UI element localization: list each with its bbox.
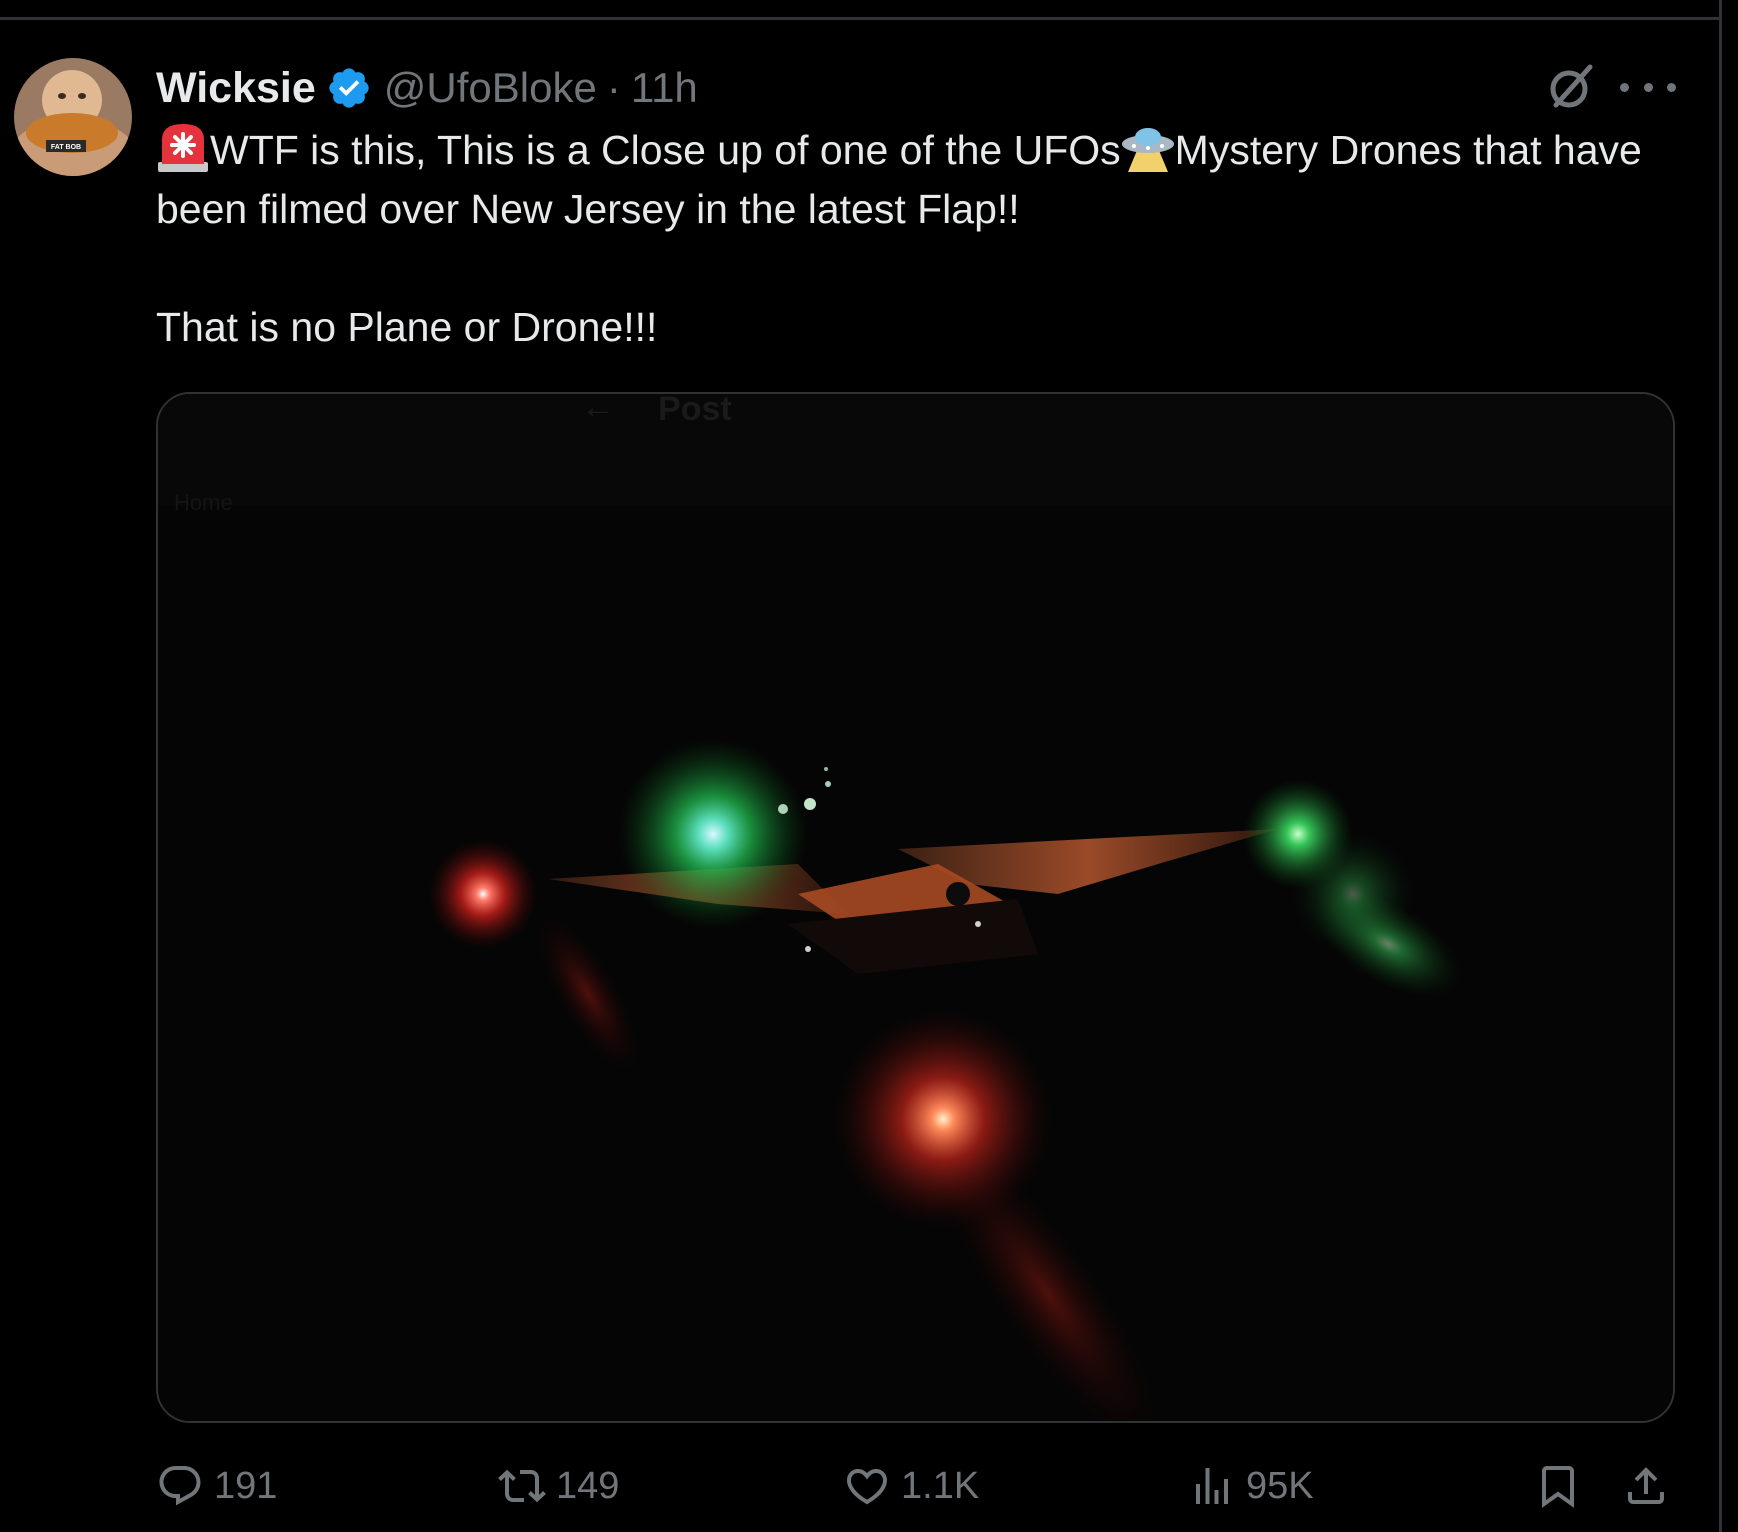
right-divider bbox=[1719, 0, 1722, 1532]
views-button[interactable]: 95K bbox=[1188, 1460, 1314, 1512]
like-button[interactable]: 1.1K bbox=[843, 1460, 979, 1512]
tweet-paragraph-2: That is no Plane or Drone!!! bbox=[156, 304, 658, 350]
author-name[interactable]: Wicksie bbox=[156, 64, 316, 113]
tweet-action-bar: 191 149 1.1K 95K bbox=[0, 1460, 1738, 1512]
reply-icon bbox=[159, 1466, 201, 1506]
timestamp[interactable]: 11h bbox=[631, 64, 698, 112]
share-icon bbox=[1628, 1467, 1664, 1504]
like-count: 1.1K bbox=[901, 1464, 980, 1507]
more-options-icon[interactable] bbox=[1620, 70, 1676, 104]
separator-dot: · bbox=[606, 64, 621, 111]
views-count: 95K bbox=[1246, 1464, 1314, 1507]
bookmark-button[interactable] bbox=[1534, 1460, 1582, 1512]
overlay-title: Post bbox=[658, 394, 732, 428]
share-button[interactable] bbox=[1622, 1460, 1670, 1512]
tweet-text-line-1: WTF is this, This is a Close up of one o… bbox=[210, 127, 1121, 173]
heart-icon bbox=[846, 1469, 888, 1505]
avatar[interactable]: FAT BOB bbox=[14, 58, 132, 176]
repost-button[interactable]: 149 bbox=[498, 1460, 619, 1512]
flying-saucer-emoji-icon bbox=[1121, 128, 1174, 172]
tweet-media-image[interactable]: ← Post Home bbox=[156, 392, 1675, 1423]
tweet-header: Wicksie @UfoBloke · 11h bbox=[156, 60, 698, 116]
tweet-text: WTF is this, This is a Close up of one o… bbox=[156, 120, 1676, 357]
bookmark-icon bbox=[1542, 1466, 1574, 1508]
overlay-faint-text: Home bbox=[174, 490, 233, 515]
rotating-light-emoji-icon bbox=[158, 124, 208, 172]
reply-button[interactable]: 191 bbox=[156, 1460, 277, 1512]
grok-icon[interactable] bbox=[1544, 60, 1598, 114]
views-chart-icon bbox=[1196, 1468, 1228, 1504]
verified-badge-icon bbox=[329, 68, 369, 108]
author-handle[interactable]: @UfoBloke bbox=[384, 64, 597, 112]
reply-count: 191 bbox=[214, 1464, 278, 1507]
tweet-paragraph-1: WTF is this, This is a Close up of one o… bbox=[156, 120, 1676, 239]
avatar-caption: FAT BOB bbox=[51, 144, 81, 151]
overlay-back-arrow: ← bbox=[581, 394, 615, 426]
repost-icon bbox=[498, 1469, 546, 1503]
top-divider bbox=[0, 17, 1722, 20]
repost-count: 149 bbox=[556, 1464, 620, 1507]
